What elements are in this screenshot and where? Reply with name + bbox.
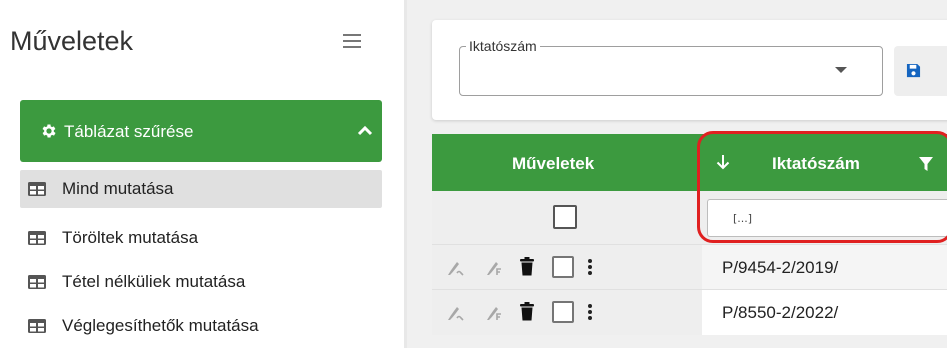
table-icon — [28, 182, 46, 196]
iktatoszam-select-label: Iktatószám — [466, 38, 540, 54]
table-row: P/8550-2/2022/ — [432, 289, 947, 335]
sidebar-item-tetel-nelkuliek-mutatasa[interactable]: Tétel nélküliek mutatása — [20, 263, 382, 301]
table-icon — [28, 319, 46, 333]
row-actions-cell — [432, 245, 702, 290]
chevron-up-icon[interactable] — [357, 124, 373, 136]
floppy-disk-icon — [906, 63, 921, 78]
signature-f-icon[interactable] — [484, 303, 504, 323]
funnel-icon[interactable] — [918, 156, 934, 172]
arrow-down-icon[interactable] — [716, 154, 730, 170]
signature-icon[interactable] — [445, 303, 465, 323]
more-vertical-icon[interactable] — [587, 302, 593, 322]
table-row: P/9454-2/2019/ — [432, 244, 947, 290]
table-icon — [28, 231, 46, 245]
filter-row — [432, 191, 947, 244]
sidebar-item-toroltek-mutatasa[interactable]: Töröltek mutatása — [20, 219, 382, 257]
column-header-label: Iktatószám — [772, 154, 860, 173]
trash-icon[interactable] — [520, 302, 534, 321]
sidebar-item-label: Véglegesíthetők mutatása — [62, 316, 259, 335]
sidebar-item-label: Mind mutatása — [62, 179, 174, 198]
row-checkbox[interactable] — [552, 256, 574, 278]
data-grid: Műveletek Iktatószám [...] P/9454-2/2019… — [432, 131, 947, 348]
main-content: Iktatószám Műveletek Iktatószám [...] P/… — [407, 0, 947, 348]
sidebar-item-label: Tétel nélküliek mutatása — [62, 272, 246, 291]
iktatoszam-cell[interactable]: P/9454-2/2019/ — [702, 245, 947, 290]
table-icon — [28, 275, 46, 289]
sidebar-item-mind-mutatasa[interactable]: Mind mutatása — [20, 170, 382, 208]
signature-icon[interactable] — [445, 258, 465, 278]
more-vertical-icon[interactable] — [587, 257, 593, 277]
sidebar-title: Műveletek — [10, 26, 134, 56]
caret-down-icon[interactable] — [835, 67, 847, 73]
filter-panel-label: Táblázat szűrése — [64, 122, 194, 141]
select-all-checkbox[interactable] — [553, 205, 577, 229]
gear-icon — [42, 124, 56, 138]
row-actions-cell — [432, 290, 702, 335]
trash-icon[interactable] — [520, 257, 534, 276]
save-button[interactable] — [894, 46, 947, 96]
sidebar-item-label: Töröltek mutatása — [62, 228, 199, 247]
iktatoszam-filter-input[interactable] — [707, 199, 947, 237]
signature-f-icon[interactable] — [484, 258, 504, 278]
search-card: Iktatószám — [432, 20, 947, 120]
grid-header: Műveletek Iktatószám — [432, 134, 947, 191]
column-header-muveletek: Műveletek — [512, 154, 595, 173]
row-checkbox[interactable] — [552, 301, 574, 323]
column-header-iktatoszam[interactable]: Iktatószám — [698, 134, 947, 191]
filter-panel-header[interactable]: Táblázat szűrése — [20, 100, 382, 162]
sidebar-item-veglegesithetok-mutatasa[interactable]: Véglegesíthetők mutatása — [20, 307, 382, 345]
hamburger-icon[interactable] — [343, 34, 361, 48]
iktatoszam-cell[interactable]: P/8550-2/2022/ — [702, 290, 947, 335]
sidebar: Műveletek Táblázat szűrése Mind mutatása… — [0, 0, 400, 348]
